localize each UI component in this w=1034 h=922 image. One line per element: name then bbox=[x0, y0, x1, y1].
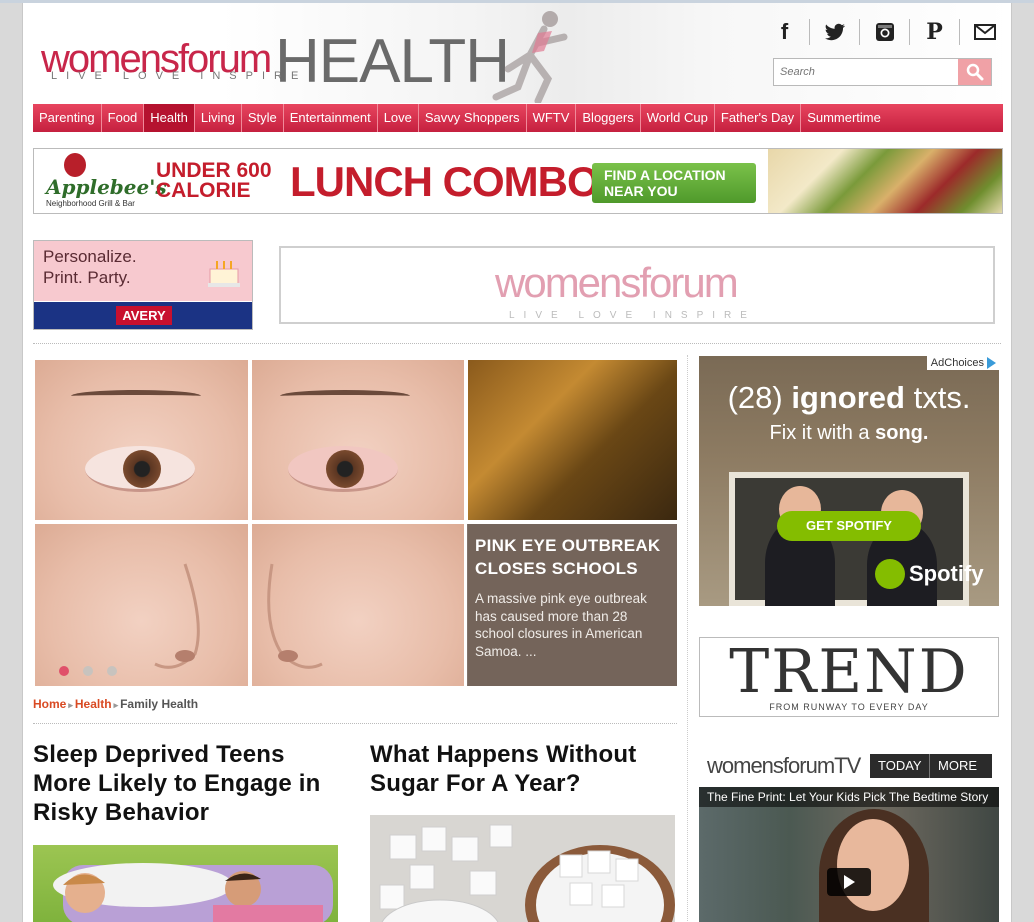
video-title[interactable]: The Fine Print: Let Your Kids Pick The B… bbox=[699, 787, 999, 807]
page: womensforum LIVE LOVE INSPIRE HEALTH f P bbox=[22, 3, 1012, 922]
slide-description: A massive pink eye outbreak has caused m… bbox=[475, 591, 647, 659]
spotify-icon bbox=[875, 559, 905, 589]
main-nav: Parenting Food Health Living Style Enter… bbox=[33, 104, 1003, 132]
adchoices-icon bbox=[987, 357, 996, 369]
nav-item-fathers-day[interactable]: Father's Day bbox=[715, 104, 802, 132]
pinterest-icon[interactable]: P bbox=[910, 19, 960, 45]
breadcrumb-home[interactable]: Home bbox=[33, 697, 66, 711]
tab-more[interactable]: MORE bbox=[930, 754, 992, 778]
nav-item-living[interactable]: Living bbox=[195, 104, 242, 132]
slider-dot[interactable] bbox=[59, 666, 69, 676]
twitter-icon[interactable] bbox=[810, 19, 860, 45]
featured-slider[interactable]: PINK EYE OUTBREAK CLOSES SCHOOLS A massi… bbox=[33, 360, 677, 686]
play-icon bbox=[843, 875, 855, 889]
logo-tagline: LIVE LOVE INSPIRE bbox=[51, 70, 308, 82]
nav-item-love[interactable]: Love bbox=[378, 104, 419, 132]
play-button[interactable] bbox=[827, 868, 871, 896]
avery-ad-text: Personalize. Print. Party. bbox=[43, 247, 137, 287]
site-header: womensforum LIVE LOVE INSPIRE HEALTH f P bbox=[23, 3, 1011, 103]
avery-logo: AVERY bbox=[116, 306, 172, 325]
breadcrumb-separator-icon: ▸ bbox=[113, 700, 119, 710]
cake-icon bbox=[208, 261, 240, 287]
tv-tabs: TODAY MORE bbox=[870, 754, 992, 778]
nav-item-savvy-shoppers[interactable]: Savvy Shoppers bbox=[419, 104, 527, 132]
instagram-icon[interactable] bbox=[860, 19, 910, 45]
applebees-banner-ad[interactable]: Applebee's Neighborhood Grill & Bar UNDE… bbox=[33, 148, 1003, 214]
slider-dot[interactable] bbox=[83, 666, 93, 676]
article-thumbnail[interactable] bbox=[370, 815, 675, 922]
video-player[interactable]: The Fine Print: Let Your Kids Pick The B… bbox=[699, 787, 999, 922]
section-logo: HEALTH bbox=[275, 27, 510, 96]
womensforum-ad-logo: womensforum bbox=[495, 259, 739, 306]
nav-item-wftv[interactable]: WFTV bbox=[527, 104, 577, 132]
trend-title: TREND bbox=[729, 637, 969, 707]
avery-ad[interactable]: Personalize. Print. Party. AVERY bbox=[33, 240, 253, 330]
slide-image-tile bbox=[252, 360, 464, 520]
womensforum-ad-tagline: LIVE LOVE INSPIRE bbox=[509, 310, 756, 321]
social-links: f P bbox=[760, 19, 1010, 45]
spotify-subheadline: Fix it with a song. bbox=[769, 422, 929, 444]
nav-item-bloggers[interactable]: Bloggers bbox=[576, 104, 641, 132]
nav-item-style[interactable]: Style bbox=[242, 104, 284, 132]
ad-food-image bbox=[768, 149, 1002, 213]
facebook-icon[interactable]: f bbox=[760, 19, 810, 45]
ad-cta-button[interactable]: FIND A LOCATION NEAR YOU bbox=[592, 163, 756, 203]
article-title[interactable]: Sleep Deprived Teens More Likely to Enga… bbox=[33, 740, 333, 827]
tab-today[interactable]: TODAY bbox=[870, 754, 930, 778]
article-thumbnail[interactable] bbox=[33, 845, 338, 922]
avery-brand-bar: AVERY bbox=[34, 301, 252, 329]
slide-image-tile bbox=[35, 524, 248, 686]
spotify-logo: Spotify bbox=[875, 559, 984, 589]
apple-icon bbox=[64, 153, 86, 177]
ad-headline-small: UNDER 600 CALORIE bbox=[156, 159, 272, 202]
womensforum-tv-logo[interactable]: womensforumTV bbox=[707, 753, 861, 779]
nav-item-health[interactable]: Health bbox=[144, 104, 195, 132]
mail-icon[interactable] bbox=[960, 19, 1010, 45]
get-spotify-button[interactable]: GET SPOTIFY bbox=[777, 511, 921, 541]
ad-headline-big: LUNCH COMBOS bbox=[290, 158, 627, 205]
ad-brand-sub: Neighborhood Grill & Bar bbox=[46, 199, 135, 208]
nav-item-world-cup[interactable]: World Cup bbox=[641, 104, 715, 132]
divider bbox=[33, 343, 1001, 344]
slider-dot[interactable] bbox=[107, 666, 117, 676]
adchoices-badge[interactable]: AdChoices bbox=[926, 356, 999, 370]
slide-title[interactable]: PINK EYE OUTBREAK CLOSES SCHOOLS bbox=[475, 534, 669, 580]
trend-ad[interactable]: TREND FROM RUNWAY TO EVERY DAY bbox=[699, 637, 999, 717]
article-title[interactable]: What Happens Without Sugar For A Year? bbox=[370, 740, 670, 798]
applebees-logo: Applebee's Neighborhood Grill & Bar bbox=[44, 153, 167, 209]
search-icon bbox=[966, 63, 983, 81]
womensforum-ad[interactable]: womensforum LIVE LOVE INSPIRE bbox=[279, 246, 995, 324]
slide-image-tile bbox=[35, 360, 248, 520]
nav-item-parenting[interactable]: Parenting bbox=[33, 104, 102, 132]
breadcrumb-section[interactable]: Health bbox=[75, 697, 112, 711]
slide-caption[interactable]: PINK EYE OUTBREAK CLOSES SCHOOLS A massi… bbox=[467, 524, 677, 686]
search-box bbox=[773, 58, 992, 86]
column-divider bbox=[687, 355, 688, 922]
nav-item-entertainment[interactable]: Entertainment bbox=[284, 104, 378, 132]
search-input[interactable] bbox=[774, 59, 958, 85]
adchoices-label: AdChoices bbox=[930, 357, 984, 369]
divider bbox=[33, 723, 677, 724]
search-button[interactable] bbox=[958, 59, 991, 85]
nav-item-summertime[interactable]: Summertime bbox=[801, 104, 887, 132]
slide-image-tile bbox=[468, 360, 677, 520]
nav-item-food[interactable]: Food bbox=[102, 104, 145, 132]
spotify-ad[interactable]: AdChoices (28) ignored txts. Fix it with… bbox=[699, 356, 999, 606]
spotify-headline: (28) ignored txts. bbox=[727, 380, 971, 415]
runner-illustration bbox=[492, 11, 568, 103]
breadcrumb: Home ▸ Health ▸ Family Health bbox=[33, 697, 198, 711]
breadcrumb-separator-icon: ▸ bbox=[68, 700, 73, 710]
breadcrumb-current: Family Health bbox=[120, 697, 199, 711]
ad-brand-name: Applebee's bbox=[46, 175, 167, 199]
slider-dots bbox=[59, 666, 117, 676]
slide-image-tile bbox=[252, 524, 464, 686]
